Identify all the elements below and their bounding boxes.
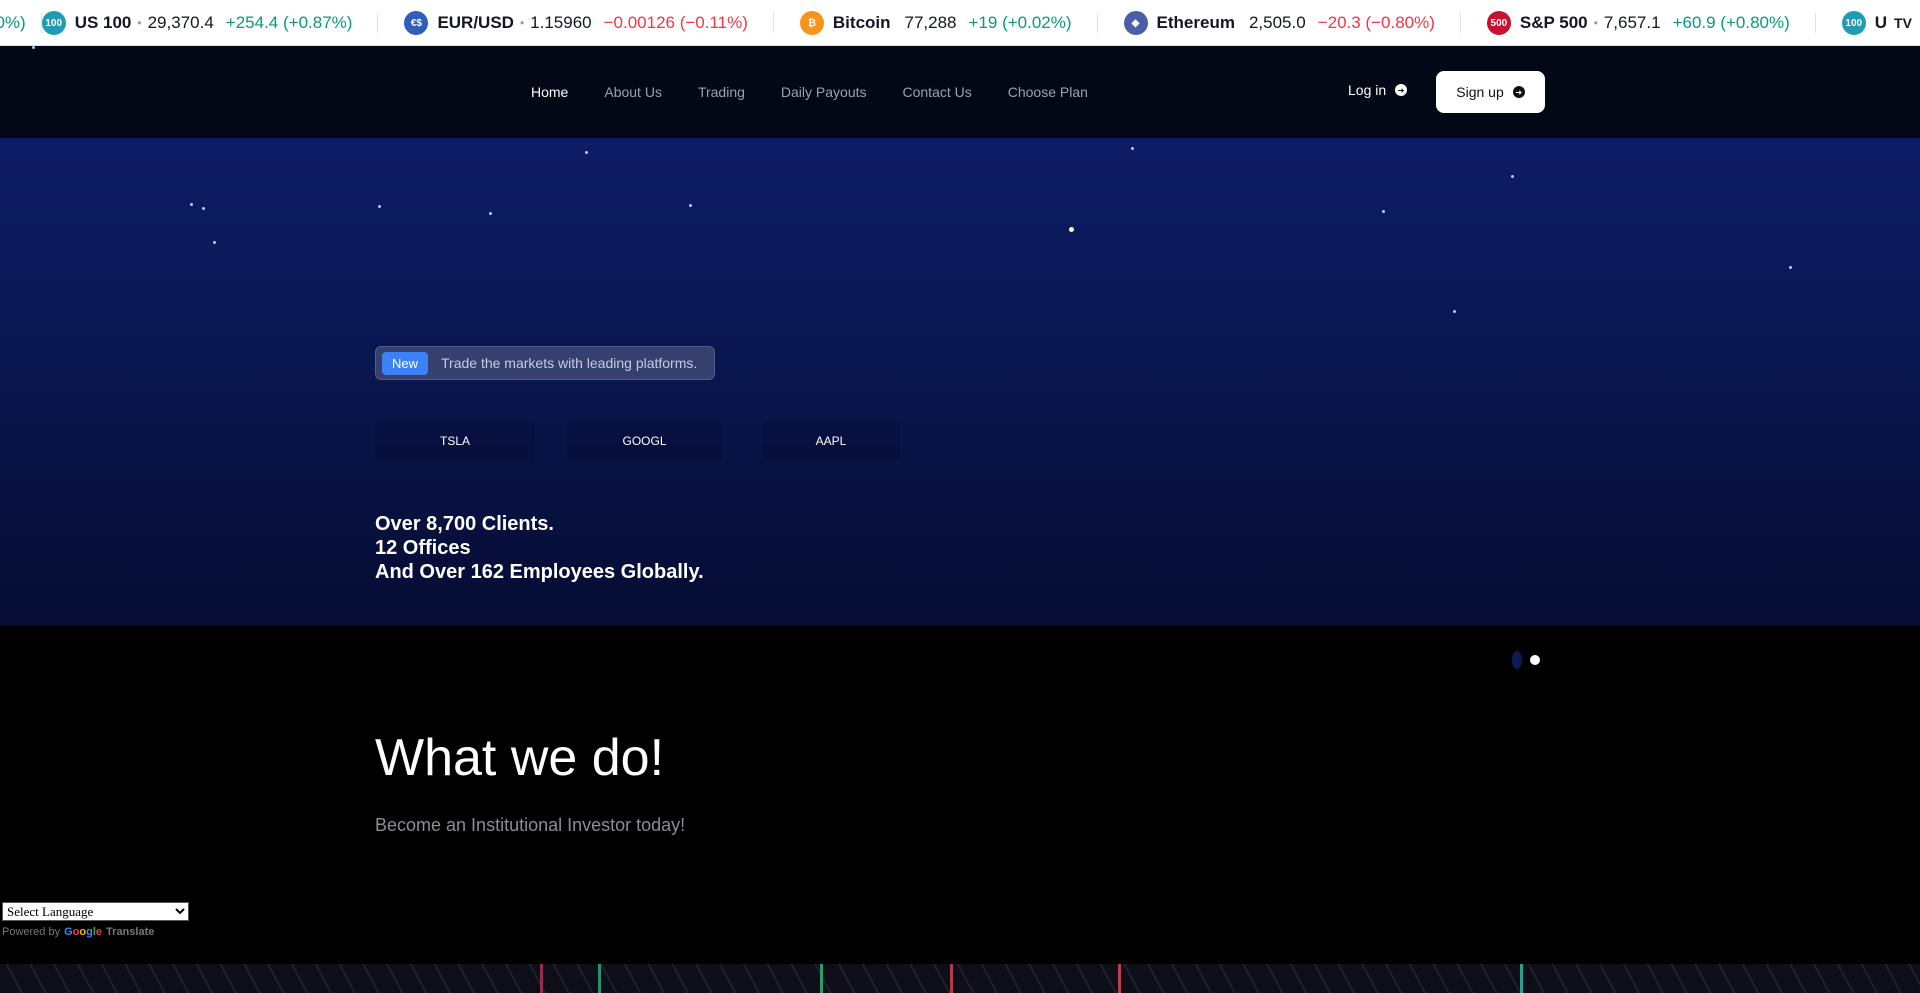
- symbol-logo-icon: ₿: [799, 11, 824, 35]
- symbol-price: 2,505.0: [1248, 13, 1306, 32]
- symbol-price: 1.15960: [530, 13, 592, 32]
- nav-link-choose-plan[interactable]: Choose Plan: [1008, 84, 1088, 100]
- star: [689, 204, 692, 207]
- new-tag: New: [382, 351, 429, 375]
- symbol-name: Bitcoin: [832, 13, 891, 32]
- google-translate-credit: Powered by Google Translate: [2, 926, 154, 938]
- ticker-item[interactable]: 500 S&P 500 • 7,657.1 +60.9 (+0.80%): [1486, 0, 1816, 45]
- slider-dot-2[interactable]: [1530, 655, 1540, 665]
- ticker-item[interactable]: 30%): [0, 0, 42, 45]
- star: [202, 207, 205, 210]
- symbol-logo-icon: 100: [1841, 11, 1866, 35]
- nav-link-home[interactable]: Home: [531, 84, 568, 100]
- signup-label: Sign up: [1456, 84, 1504, 100]
- top-navigation: Home About Us Trading Daily Payouts Cont…: [0, 46, 1920, 138]
- ticker-tape: 30%) 100 US 100 • 29,370.4 +254.4 (+0.87%) €$ E…: [0, 0, 1920, 46]
- symbol-logo-icon: €$: [404, 11, 429, 35]
- separator-dot: •: [519, 16, 525, 30]
- language-select[interactable]: Select Language: [2, 902, 189, 921]
- section-title: What we do!: [375, 729, 665, 787]
- separator-dot: •: [137, 16, 142, 30]
- star: [489, 212, 492, 215]
- tradingview-icon[interactable]: TV: [1886, 0, 1920, 45]
- image-detail: [598, 964, 601, 993]
- symbol-change: +254.4 (+0.87%): [225, 13, 353, 32]
- background-image-strip: [0, 964, 1920, 993]
- symbol-price: 29,370.4: [147, 13, 214, 32]
- symbol-logo-icon: ◆: [1123, 11, 1148, 35]
- separator-dot: •: [1593, 16, 1598, 30]
- nav-links: Home About Us Trading Daily Payouts Cont…: [531, 46, 1124, 138]
- stat-offices: 12 Offices: [375, 537, 471, 559]
- slider-dots: [1512, 651, 1548, 669]
- powered-by-label: Powered by: [2, 926, 61, 938]
- stock-button-tsla[interactable]: TSLA: [375, 421, 535, 461]
- section-subtitle: Become an Institutional Investor today!: [375, 815, 686, 835]
- star: [1131, 147, 1134, 150]
- announcement-badge[interactable]: New Trade the markets with leading platf…: [375, 346, 715, 380]
- star: [1453, 310, 1456, 313]
- symbol-name: US 100: [74, 13, 132, 32]
- stat-employees: And Over 162 Employees Globally.: [375, 561, 704, 583]
- star: [1069, 227, 1074, 232]
- symbol-price: 77,288: [904, 13, 957, 32]
- image-detail: [820, 964, 823, 993]
- symbol-name: S&P 500: [1519, 13, 1588, 32]
- ticker-item[interactable]: ◆ Ethereum 2,505.0 −20.3 (−0.80%): [1123, 0, 1462, 45]
- login-label: Log in: [1348, 82, 1387, 98]
- star: [32, 46, 35, 49]
- symbol-logo-icon: 500: [1486, 11, 1511, 35]
- symbol-change: −20.3 (−0.80%): [1317, 13, 1435, 32]
- symbol-change: +19 (+0.02%): [968, 13, 1072, 32]
- ticker-item[interactable]: 100 US 100 • 29,370.4 +254.4 (+0.87%): [41, 0, 379, 45]
- star: [378, 205, 381, 208]
- nav-link-daily-payouts[interactable]: Daily Payouts: [781, 84, 867, 100]
- symbol-change: 30%): [0, 13, 26, 32]
- symbol-logo-icon: 100: [41, 11, 66, 35]
- ticker-track: 30%) 100 US 100 • 29,370.4 +254.4 (+0.87%) €$ E…: [0, 0, 1920, 45]
- signup-button[interactable]: Sign up ➜: [1436, 71, 1545, 113]
- star: [213, 241, 216, 244]
- badge-text: Trade the markets with leading platforms…: [441, 355, 698, 371]
- arrow-circle-icon: ➜: [1512, 86, 1525, 98]
- symbol-change: −0.00126 (−0.11%): [603, 13, 748, 32]
- image-detail: [950, 964, 953, 993]
- image-detail: [1118, 964, 1121, 993]
- image-detail: [540, 964, 543, 993]
- star: [585, 151, 588, 154]
- symbol-name: EUR/USD: [437, 13, 514, 32]
- nav-link-contact-us[interactable]: Contact Us: [903, 84, 972, 100]
- star: [1382, 210, 1385, 213]
- nav-link-trading[interactable]: Trading: [698, 84, 745, 100]
- star: [1789, 266, 1792, 269]
- symbol-name: Ethereum: [1156, 13, 1235, 32]
- ticker-item[interactable]: €$ EUR/USD • 1.15960 −0.00126 (−0.11%): [404, 0, 775, 45]
- slider-dot-1[interactable]: [1512, 651, 1522, 669]
- stock-button-googl[interactable]: GOOGL: [567, 421, 722, 461]
- symbol-price: 7,657.1: [1603, 13, 1661, 32]
- hero-section: New Trade the markets with leading platf…: [0, 46, 1920, 626]
- google-logo-icon: Google: [64, 926, 103, 938]
- stock-button-aapl[interactable]: AAPL: [762, 421, 900, 461]
- stat-clients: Over 8,700 Clients.: [375, 513, 554, 535]
- nav-link-about-us[interactable]: About Us: [604, 84, 662, 100]
- star: [1511, 175, 1514, 178]
- login-button[interactable]: Log in ➜: [1348, 82, 1408, 98]
- image-detail: [1520, 964, 1523, 993]
- company-stats: Over 8,700 Clients. 12 Offices And Over …: [375, 512, 704, 584]
- translate-link[interactable]: Translate: [106, 926, 154, 938]
- symbol-change: +60.9 (+0.80%): [1672, 13, 1790, 32]
- what-we-do-section: What we do! Become an Institutional Inve…: [0, 626, 1920, 964]
- star: [190, 203, 193, 206]
- arrow-circle-icon: ➜: [1395, 84, 1408, 96]
- ticker-item[interactable]: ₿ Bitcoin 77,288 +19 (+0.02%): [799, 0, 1098, 45]
